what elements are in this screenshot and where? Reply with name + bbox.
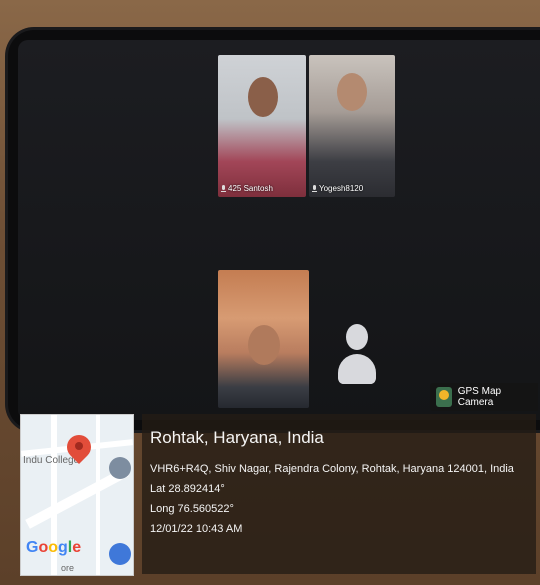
location-map-thumbnail: Indu College Google ore [20, 414, 134, 576]
address-text: VHR6+R4Q, Shiv Nagar, Rajendra Colony, R… [150, 463, 514, 475]
participant-face [248, 77, 278, 117]
participant-face [337, 73, 367, 111]
participant-name-tag: Yogesh8120 [312, 184, 363, 193]
longitude-text: Long 76.560522° [150, 503, 234, 515]
participant-name-tag: 425 Santosh [221, 184, 273, 193]
participant-name: Yogesh8120 [319, 184, 364, 193]
map-bottom-text: ore [61, 563, 75, 573]
mic-icon [221, 185, 226, 192]
participant-tile-self[interactable] [218, 270, 309, 408]
location-pin-icon [62, 430, 96, 469]
participant-face [248, 325, 280, 365]
gps-brand-label: GPS Map Camera [457, 386, 502, 408]
school-marker-icon [109, 457, 131, 479]
location-info-panel: Rohtak, Haryana, India VHR6+R4Q, Shiv Na… [142, 414, 536, 574]
participant-name: 425 Santosh [228, 184, 273, 193]
participant-tile-yogesh[interactable]: Yogesh8120 [309, 55, 395, 197]
latitude-text: Lat 28.892414° [150, 483, 225, 495]
datetime-text: 12/01/22 10:43 AM [150, 523, 243, 535]
place-title: Rohtak, Haryana, India [150, 428, 324, 447]
gps-map-camera-badge: GPS Map Camera [430, 383, 538, 411]
default-avatar-icon[interactable] [336, 322, 378, 388]
gps-map-camera-logo-icon [436, 387, 452, 407]
shopping-marker-icon [109, 543, 131, 565]
participant-tile-santosh[interactable]: 425 Santosh [218, 55, 306, 197]
google-logo: Google [26, 539, 82, 556]
mic-icon [312, 185, 317, 192]
